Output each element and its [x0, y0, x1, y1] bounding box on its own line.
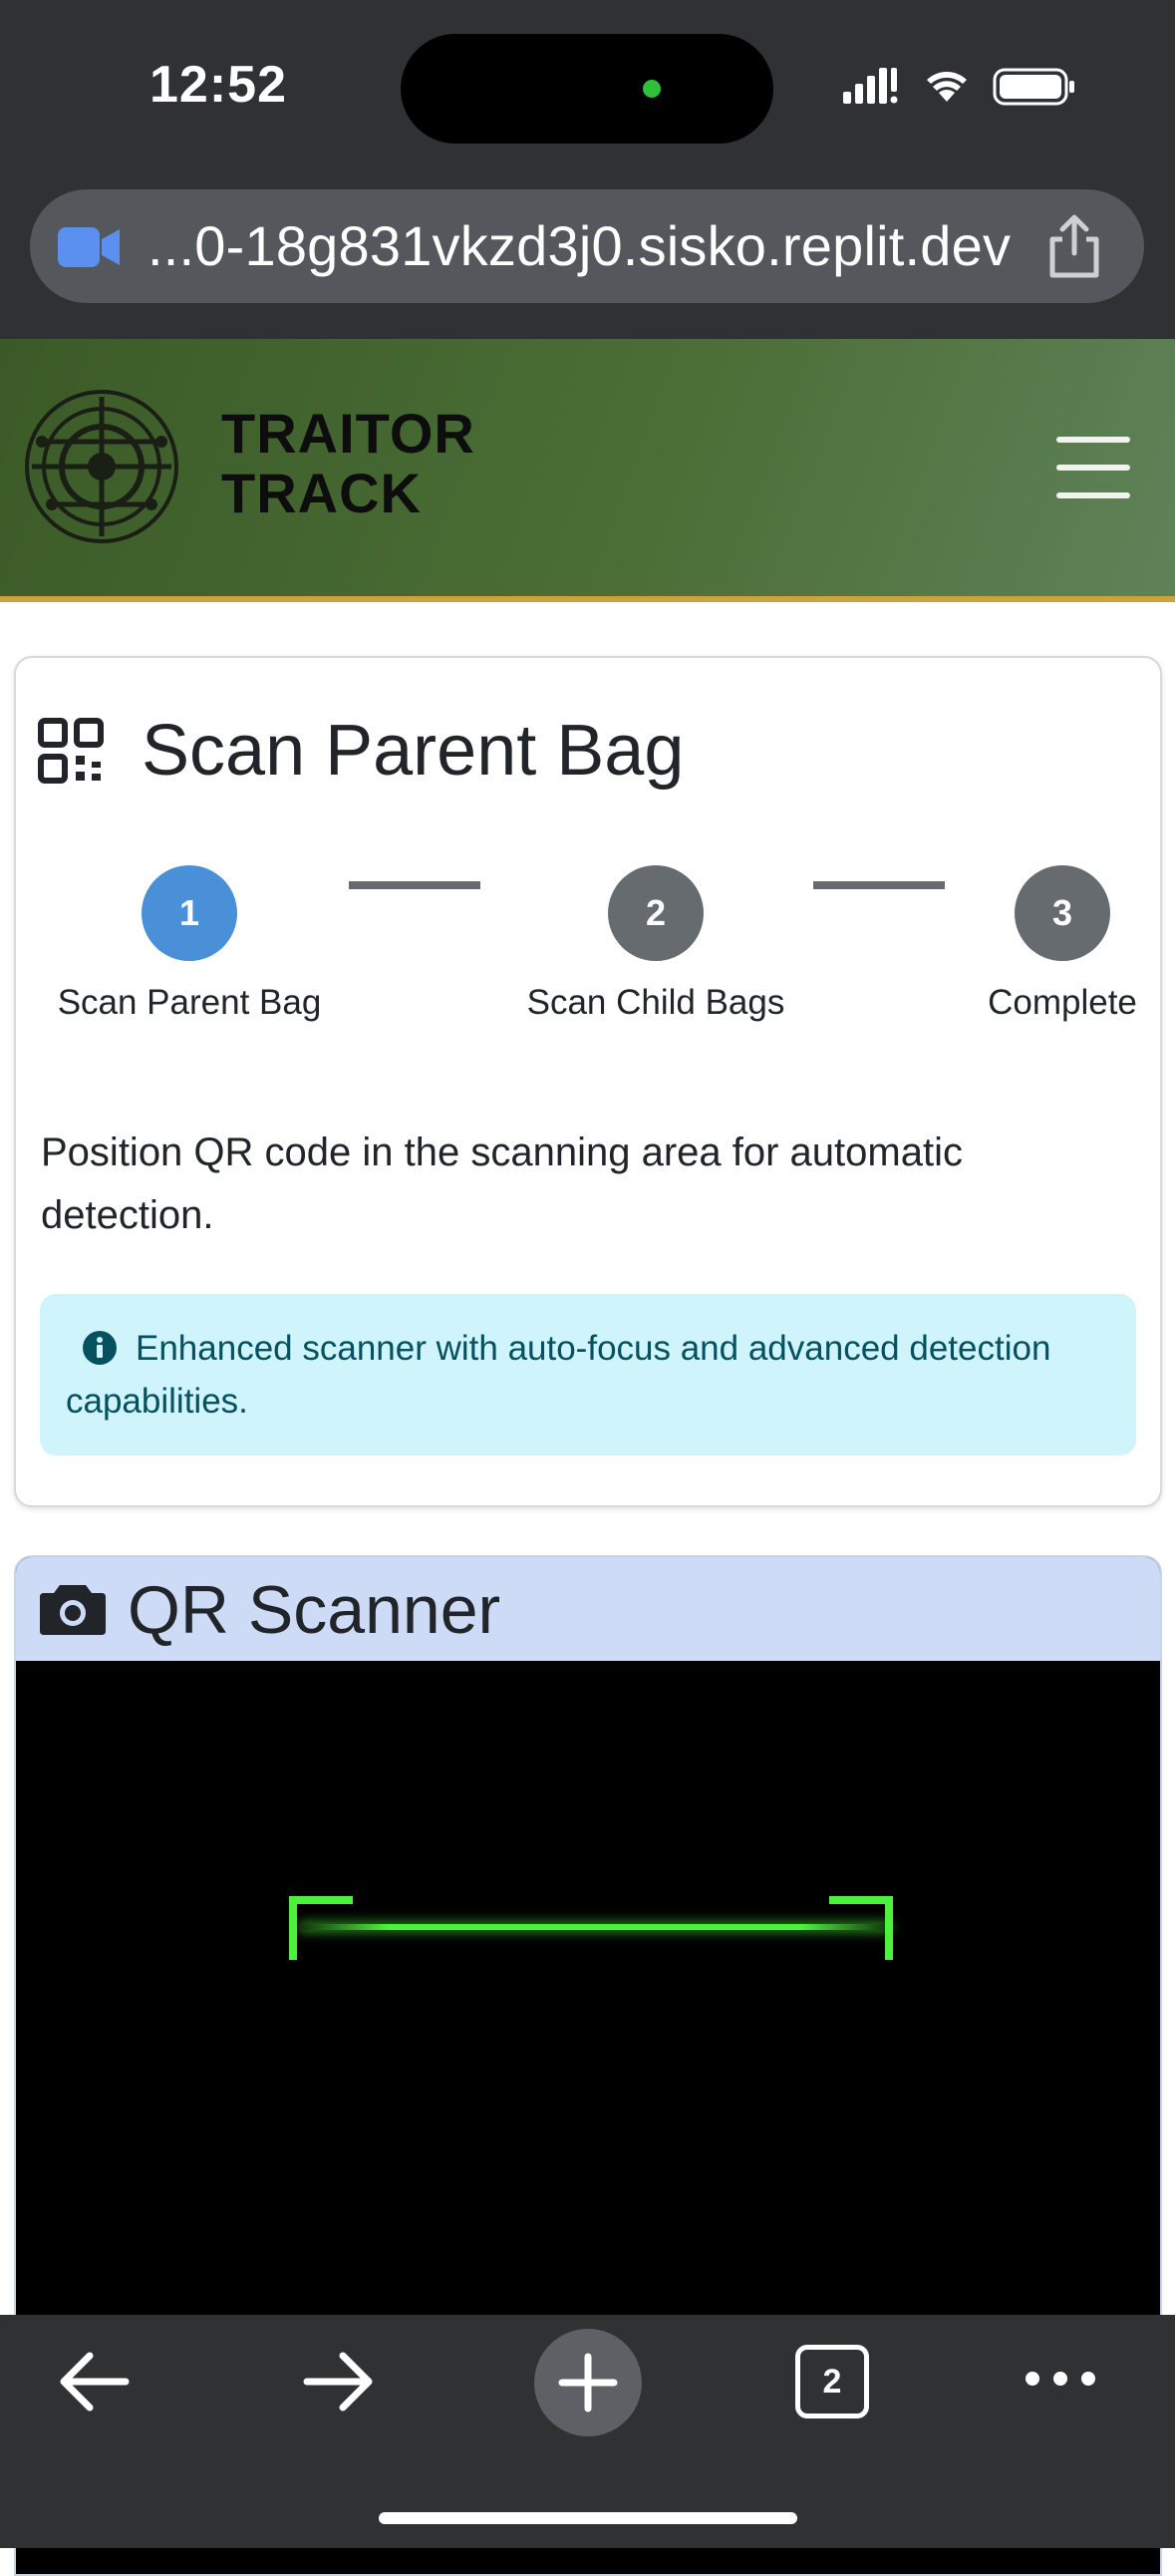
share-icon[interactable] [1044, 213, 1104, 284]
forward-arrow-icon[interactable] [303, 2349, 375, 2419]
url-text[interactable]: ...0-18g831vkzd3j0.sisko.replit.dev [147, 213, 1011, 278]
dynamic-island [401, 34, 773, 144]
alert-text: Enhanced scanner with auto-focus and adv… [66, 1329, 1051, 1421]
camera-icon [40, 1579, 106, 1642]
tabs-count-button[interactable]: 2 [795, 2345, 869, 2418]
step-3-label: Complete [988, 983, 1137, 1022]
plus-icon [558, 2353, 618, 2413]
step-3: 3 Complete [903, 865, 1175, 1023]
step-connector-1 [349, 881, 480, 889]
signal-wifi-battery-icons [843, 68, 1074, 106]
scan-line [299, 1924, 891, 1930]
brand-name[interactable]: TRAITOR TRACK [221, 404, 475, 523]
step-1: 1 Scan Parent Bag [30, 865, 349, 1023]
page-title: Scan Parent Bag [142, 711, 685, 791]
scan-parent-bag-card: Scan Parent Bag 1 Scan Parent Bag 2 Scan… [14, 656, 1162, 1507]
camera-indicator-dot [643, 80, 661, 98]
status-icons [837, 62, 1086, 112]
step-3-circle: 3 [1015, 865, 1110, 961]
info-alert: Enhanced scanner with auto-focus and adv… [40, 1294, 1136, 1455]
browser-toolbar: 2 [0, 2315, 1175, 2548]
hamburger-icon [1056, 437, 1130, 443]
traitor-track-logo[interactable] [22, 387, 181, 551]
scanner-header: QR Scanner [16, 1557, 1160, 1661]
step-1-circle: 1 [142, 865, 237, 961]
step-2: 2 Scan Child Bags [496, 865, 815, 1023]
back-arrow-icon[interactable] [58, 2349, 130, 2419]
menu-toggle-button[interactable] [1056, 437, 1130, 498]
status-bar: 12:52 [0, 0, 1175, 174]
status-time: 12:52 [149, 56, 287, 114]
more-options-icon[interactable] [1021, 2367, 1100, 2396]
step-2-label: Scan Child Bags [526, 983, 785, 1022]
wifi-icon [927, 72, 967, 102]
signal-icon [843, 68, 898, 104]
radar-logo-icon [25, 390, 178, 543]
battery-icon [993, 68, 1074, 106]
address-bar[interactable]: ...0-18g831vkzd3j0.sisko.replit.dev [30, 189, 1144, 303]
brand-line-2: TRACK [221, 462, 422, 524]
home-indicator [379, 2512, 797, 2524]
app-header: TRAITOR TRACK [0, 339, 1175, 602]
new-tab-button[interactable] [534, 2329, 642, 2436]
instructions-text: Position QR code in the scanning area fo… [41, 1130, 963, 1237]
step-1-label: Scan Parent Bag [57, 983, 322, 1022]
qrcode-icon [38, 718, 104, 789]
video-camera-icon [58, 225, 122, 274]
scanner-title: QR Scanner [128, 1572, 501, 1648]
brand-line-1: TRAITOR [221, 402, 475, 465]
step-2-circle: 2 [608, 865, 704, 961]
